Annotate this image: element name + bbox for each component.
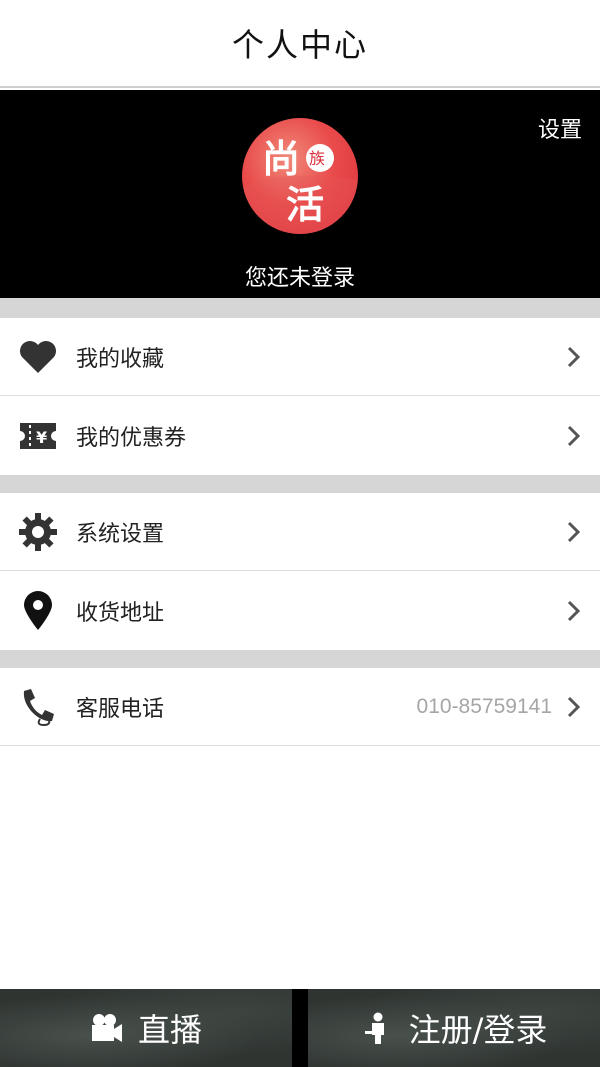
divider xyxy=(0,745,600,746)
chevron-right-icon xyxy=(567,346,581,368)
tab-register-login[interactable]: 注册/登录 xyxy=(308,989,600,1067)
svg-text:¥: ¥ xyxy=(36,428,47,447)
bottom-nav: 直播 注册/登录 xyxy=(0,989,600,1067)
title-bar: 个人中心 xyxy=(0,0,600,88)
tab-live[interactable]: 直播 xyxy=(0,989,292,1067)
avatar-logo: 尚 族 活 xyxy=(242,136,358,234)
settings-button[interactable]: 设置 xyxy=(538,112,582,144)
menu-item-label: 系统设置 xyxy=(76,522,165,547)
chevron-right-icon xyxy=(567,600,581,622)
page-title: 个人中心 xyxy=(231,26,368,64)
menu-item-label: 我的优惠券 xyxy=(76,426,187,451)
menu-item-coupons[interactable]: ¥ 我的优惠券 xyxy=(0,397,600,475)
divider xyxy=(0,570,600,571)
chevron-right-icon xyxy=(567,696,581,718)
video-camera-icon xyxy=(91,1014,122,1042)
avatar[interactable]: 尚 族 活 xyxy=(242,118,358,234)
profile-header: 设置 尚 族 活 您还未登录 xyxy=(0,90,600,298)
menu-item-customer-service[interactable]: 客服电话 010-85759141 xyxy=(0,668,600,746)
coupon-icon: ¥ xyxy=(18,416,58,456)
tab-label: 直播 xyxy=(137,1011,202,1049)
menu-item-label: 客服电话 xyxy=(76,697,165,722)
section-gap xyxy=(0,650,600,668)
section-gap xyxy=(0,475,600,493)
tab-label: 注册/登录 xyxy=(408,1011,548,1049)
menu-item-address[interactable]: 收货地址 xyxy=(0,572,600,650)
gear-icon xyxy=(18,512,58,552)
menu-item-system-settings[interactable]: 系统设置 xyxy=(0,493,600,571)
person-icon xyxy=(364,1012,384,1044)
service-phone-number[interactable]: 010-85759141 xyxy=(417,695,552,719)
chevron-right-icon xyxy=(567,521,581,543)
divider xyxy=(0,395,600,396)
avatar-logo-char-small: 族 xyxy=(309,149,325,168)
avatar-logo-char-2: 活 xyxy=(286,182,324,227)
menu-item-label: 我的收藏 xyxy=(76,347,165,372)
heart-icon xyxy=(18,337,58,377)
menu-item-favorites[interactable]: 我的收藏 xyxy=(0,318,600,396)
chevron-right-icon xyxy=(567,425,581,447)
menu-item-label: 收货地址 xyxy=(76,601,165,626)
location-pin-icon xyxy=(18,591,58,631)
tab-separator xyxy=(292,989,308,1067)
avatar-logo-char-1: 尚 xyxy=(262,136,300,181)
section-gap xyxy=(0,298,600,318)
phone-icon xyxy=(18,687,58,727)
login-status[interactable]: 您还未登录 xyxy=(0,260,600,292)
